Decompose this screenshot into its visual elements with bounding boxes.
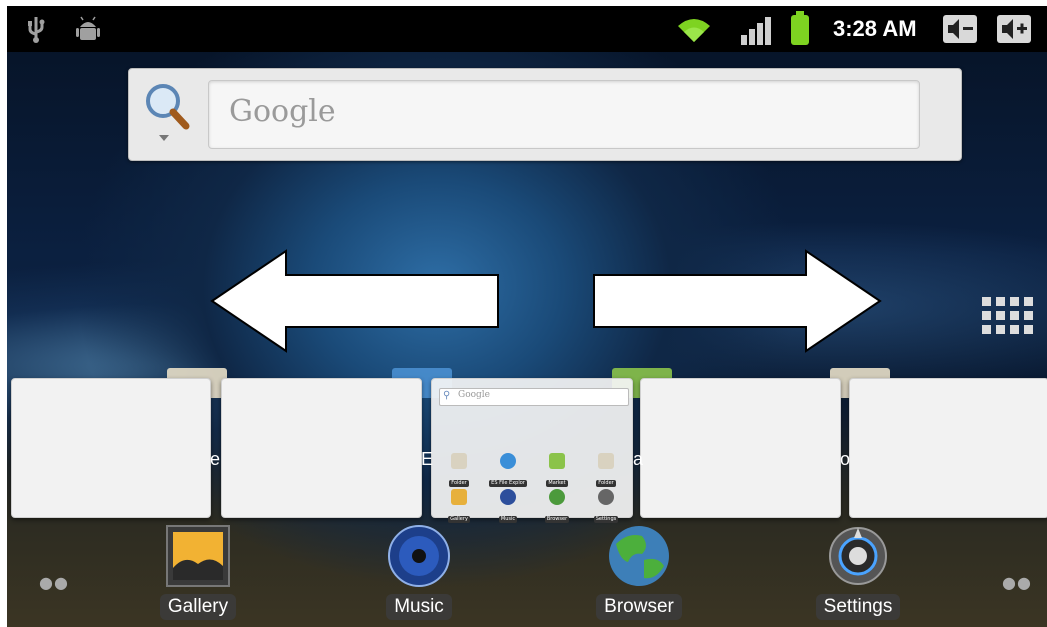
browser-globe-icon [606,524,672,588]
folder-icon [598,453,614,469]
home-screen: 3:28 AM Google ⚲ Google Folder ES File E… [7,6,1047,627]
edge-letter: e [210,449,221,469]
signal-icon [737,17,775,45]
battery-icon [791,11,809,45]
arrow-right-icon [593,249,882,353]
clock: 3:28 AM [833,16,917,41]
wifi-icon [676,18,712,48]
dock-gallery[interactable]: Gallery [143,524,253,620]
workspace-thumbnail-5[interactable] [849,378,1047,518]
status-bar: 3:28 AM [7,6,1047,52]
mini-app-label: Music [498,516,518,523]
workspace-thumbnail-current[interactable]: ⚲ Google Folder ES File Explor Market Fo… [431,378,633,523]
volume-down-button[interactable] [943,15,977,43]
gallery-icon [451,489,467,505]
mini-app: Music [485,489,531,524]
gallery-icon [165,524,231,588]
dock-label: Gallery [159,594,237,620]
mini-app-label: Folder [449,480,469,487]
music-icon [386,524,452,588]
mini-app-label: Market [546,480,568,487]
page-indicator-dots: ●● [39,573,69,592]
search-icon[interactable] [141,81,191,149]
browser-icon [549,489,565,505]
settings-icon [598,489,614,505]
es-file-explorer-icon [500,453,516,469]
arrow-left-icon [210,249,499,353]
mini-app: Folder [583,453,629,488]
settings-icon [825,524,891,588]
mini-app-label: Browser [544,516,570,523]
mini-app-label: ES File Explor [489,480,527,487]
edge-letter: E [421,449,434,469]
edge-letter: a [633,449,644,469]
android-debug-icon [75,15,101,49]
market-icon [549,453,565,469]
volume-down-icon [948,19,973,39]
page-indicator-dots: ●● [1002,573,1032,592]
dock-music[interactable]: Music [364,524,474,620]
mini-search-placeholder: Google [458,390,490,400]
dock-label: Browser [596,594,682,620]
edge-letter: o [840,449,851,469]
app-drawer-grid-icon[interactable] [982,297,1034,349]
mini-app: Folder [436,453,482,488]
mini-app: Market [534,453,580,488]
volume-up-icon [1002,19,1027,39]
search-placeholder: Google [229,94,336,129]
workspace-thumbnail-1[interactable] [11,378,211,518]
dock-browser[interactable]: Browser [584,524,694,620]
volume-up-button[interactable] [997,15,1031,43]
mini-app-label: Settings [593,516,619,523]
mini-app-label: Gallery [448,516,470,523]
mini-app: Browser [534,489,580,524]
google-search-widget[interactable]: Google [128,68,962,161]
mini-app: ES File Explor [485,453,531,488]
dock-settings[interactable]: Settings [803,524,913,620]
folder-icon [451,453,467,469]
dock-label: Settings [815,594,901,620]
workspace-thumbnail-4[interactable] [640,378,841,518]
dock-label: Music [386,594,452,620]
music-icon [500,489,516,505]
search-input[interactable]: Google [208,80,920,149]
usb-icon [25,15,47,49]
workspace-thumbnail-2[interactable] [221,378,422,518]
mini-search-bar: ⚲ Google [439,388,629,406]
mini-app-label: Folder [596,480,616,487]
mini-app: Settings [583,489,629,524]
mini-app: Gallery [436,489,482,524]
mini-search-icon: ⚲ [443,390,451,401]
